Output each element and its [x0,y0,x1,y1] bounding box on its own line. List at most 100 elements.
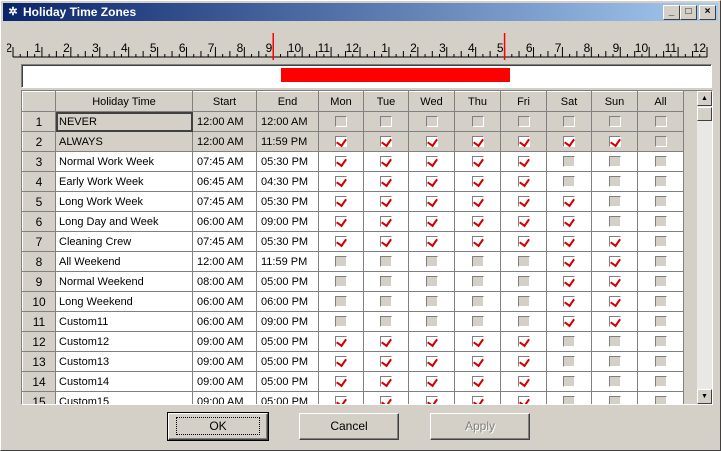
start-time-cell[interactable]: 12:00 AM [192,251,257,272]
day-checkbox-cell[interactable] [454,271,501,292]
table-row[interactable]: 11 Custom11 06:00 AM 09:00 PM [22,311,684,332]
day-checkbox-cell[interactable] [591,231,638,252]
checked-checkbox-icon[interactable] [608,296,621,308]
unchecked-checkbox-icon[interactable] [608,156,621,168]
table-row[interactable]: 4 Early Work Week 06:45 AM 04:30 PM [22,171,684,192]
unchecked-checkbox-icon[interactable] [471,256,484,268]
unchecked-checkbox-icon[interactable] [654,116,667,128]
day-checkbox-cell[interactable] [500,271,547,292]
row-number[interactable]: 12 [22,331,56,352]
table-row[interactable]: 13 Custom13 09:00 AM 05:00 PM [22,351,684,372]
day-checkbox-cell[interactable] [546,291,592,312]
day-checkbox-cell[interactable] [454,391,501,404]
day-checkbox-cell[interactable] [637,331,684,352]
day-checkbox-cell[interactable] [454,331,501,352]
day-checkbox-cell[interactable] [546,231,592,252]
day-checkbox-cell[interactable] [637,131,684,152]
day-checkbox-cell[interactable] [637,111,684,132]
checked-checkbox-icon[interactable] [380,216,392,228]
holiday-name-cell[interactable]: NEVER [55,111,193,132]
day-checkbox-cell[interactable] [500,291,547,312]
checked-checkbox-icon[interactable] [563,276,575,288]
day-checkbox-cell[interactable] [591,351,638,372]
checked-checkbox-icon[interactable] [563,296,575,308]
end-time-cell[interactable]: 05:00 PM [256,331,319,352]
holiday-name-cell[interactable]: Normal Work Week [55,151,193,172]
day-checkbox-cell[interactable] [318,331,364,352]
end-time-cell[interactable]: 05:30 PM [256,231,319,252]
day-checkbox-cell[interactable] [591,371,638,392]
unchecked-checkbox-icon[interactable] [563,336,575,348]
start-time-cell[interactable]: 06:45 AM [192,171,257,192]
unchecked-checkbox-icon[interactable] [608,196,621,208]
checked-checkbox-icon[interactable] [335,156,347,168]
day-checkbox-cell[interactable] [500,351,547,372]
start-time-cell[interactable]: 06:00 AM [192,211,257,232]
row-number[interactable]: 3 [22,151,56,172]
table-row[interactable]: 5 Long Work Week 07:45 AM 05:30 PM [22,191,684,212]
checked-checkbox-icon[interactable] [425,176,438,188]
day-checkbox-cell[interactable] [591,291,638,312]
unchecked-checkbox-icon[interactable] [654,276,667,288]
unchecked-checkbox-icon[interactable] [380,316,392,328]
checked-checkbox-icon[interactable] [517,396,530,404]
day-checkbox-cell[interactable] [363,271,409,292]
day-checkbox-cell[interactable] [408,191,455,212]
row-number[interactable]: 14 [22,371,56,392]
day-checkbox-cell[interactable] [546,271,592,292]
checked-checkbox-icon[interactable] [563,196,575,208]
checked-checkbox-icon[interactable] [563,216,575,228]
unchecked-checkbox-icon[interactable] [335,256,347,268]
unchecked-checkbox-icon[interactable] [654,196,667,208]
day-checkbox-cell[interactable] [500,391,547,404]
holiday-name-cell[interactable]: Long Weekend [55,291,193,312]
checked-checkbox-icon[interactable] [425,236,438,248]
day-checkbox-cell[interactable] [591,111,638,132]
column-header[interactable]: Tue [363,91,409,112]
day-checkbox-cell[interactable] [454,211,501,232]
day-checkbox-cell[interactable] [591,211,638,232]
end-time-cell[interactable]: 06:00 PM [256,291,319,312]
day-checkbox-cell[interactable] [546,251,592,272]
day-checkbox-cell[interactable] [546,351,592,372]
unchecked-checkbox-icon[interactable] [654,256,667,268]
checked-checkbox-icon[interactable] [380,396,392,404]
checked-checkbox-icon[interactable] [380,196,392,208]
day-checkbox-cell[interactable] [408,371,455,392]
holiday-name-cell[interactable]: Early Work Week [55,171,193,192]
checked-checkbox-icon[interactable] [517,376,530,388]
day-checkbox-cell[interactable] [363,251,409,272]
end-time-cell[interactable]: 11:59 PM [256,251,319,272]
unchecked-checkbox-icon[interactable] [608,216,621,228]
table-row[interactable]: 1 NEVER 12:00 AM 12:00 AM [22,111,684,132]
day-checkbox-cell[interactable] [500,231,547,252]
checked-checkbox-icon[interactable] [608,136,621,148]
day-checkbox-cell[interactable] [363,191,409,212]
day-checkbox-cell[interactable] [408,271,455,292]
day-checkbox-cell[interactable] [637,311,684,332]
row-number[interactable]: 9 [22,271,56,292]
holiday-name-cell[interactable]: Custom14 [55,371,193,392]
day-checkbox-cell[interactable] [500,311,547,332]
table-row[interactable]: 10 Long Weekend 06:00 AM 06:00 PM [22,291,684,312]
checked-checkbox-icon[interactable] [471,336,484,348]
unchecked-checkbox-icon[interactable] [608,376,621,388]
unchecked-checkbox-icon[interactable] [471,276,484,288]
day-checkbox-cell[interactable] [408,251,455,272]
cancel-button[interactable]: Cancel [299,413,399,440]
checked-checkbox-icon[interactable] [517,336,530,348]
unchecked-checkbox-icon[interactable] [335,116,347,128]
day-checkbox-cell[interactable] [637,271,684,292]
checked-checkbox-icon[interactable] [425,336,438,348]
day-checkbox-cell[interactable] [546,151,592,172]
checked-checkbox-icon[interactable] [563,136,575,148]
day-checkbox-cell[interactable] [318,211,364,232]
day-checkbox-cell[interactable] [318,131,364,152]
day-checkbox-cell[interactable] [546,171,592,192]
unchecked-checkbox-icon[interactable] [654,316,667,328]
table-row[interactable]: 6 Long Day and Week 06:00 AM 09:00 PM [22,211,684,232]
checked-checkbox-icon[interactable] [471,196,484,208]
day-checkbox-cell[interactable] [408,171,455,192]
checked-checkbox-icon[interactable] [517,216,530,228]
checked-checkbox-icon[interactable] [517,176,530,188]
